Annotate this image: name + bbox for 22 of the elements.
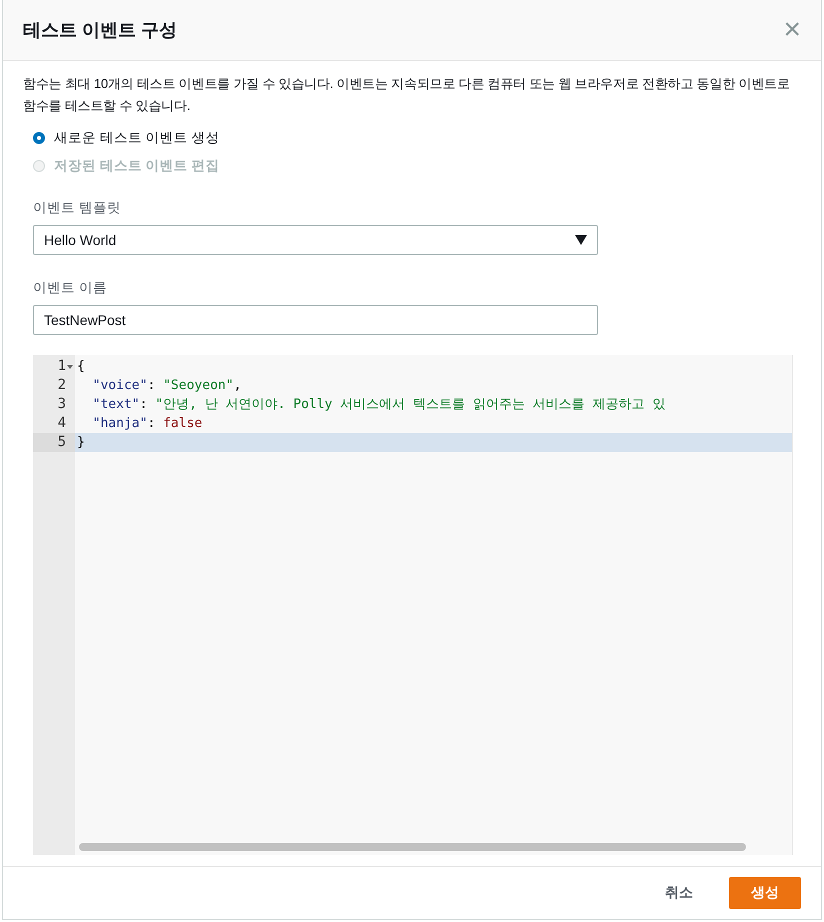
field-label: 이벤트 이름 [33, 279, 108, 297]
description-text: 함수는 최대 10개의 테스트 이벤트를 가질 수 있습니다. 이벤트는 지속되므로 다른 컴퓨터 또는 웹 브라우저로 전환하고 동일한 이벤트로 함수를 테스트할 수 있습니다. [23, 75, 791, 115]
field-label: 이벤트 템플릿 [33, 199, 122, 217]
line-number: 1 [58, 358, 66, 374]
radio-label[interactable]: 새로운 테스트 이벤트 생성 [54, 129, 220, 147]
code-line: { [76, 358, 86, 376]
code-line: "text": "안녕, 난 서연이야. Polly 서비스에서 텍스트를 읽어주는 서비스를 제공하고 있 [92, 396, 666, 414]
horizontal-scrollbar[interactable] [79, 843, 746, 851]
event-name-field[interactable]: TestNewPost [33, 305, 598, 335]
dialog-title: 테스트 이벤트 구성 [23, 19, 178, 42]
radio-button[interactable] [33, 132, 45, 144]
code-line: "voice": "Seoyeon", [92, 377, 242, 395]
template-dropdown[interactable]: Hello World [33, 225, 598, 255]
code-line: "hanja": false [92, 415, 204, 433]
fold-arrow-icon[interactable] [67, 365, 73, 369]
line-number: 4 [58, 415, 66, 431]
line-number: 5 [58, 434, 66, 450]
code-editor[interactable]: 1 2 3 4 5 { "voice": "Seoyeon", "text": "안녕, 난 서연이야. Polly 서비스에서 텍스트를 읽어주는 서비스를 제공하고 있 "hanja": false } [33, 355, 793, 855]
cancel-button[interactable]: 취소 [651, 877, 707, 909]
caret-icon [575, 235, 587, 245]
line-number: 3 [58, 396, 66, 412]
line-number: 2 [58, 377, 66, 393]
